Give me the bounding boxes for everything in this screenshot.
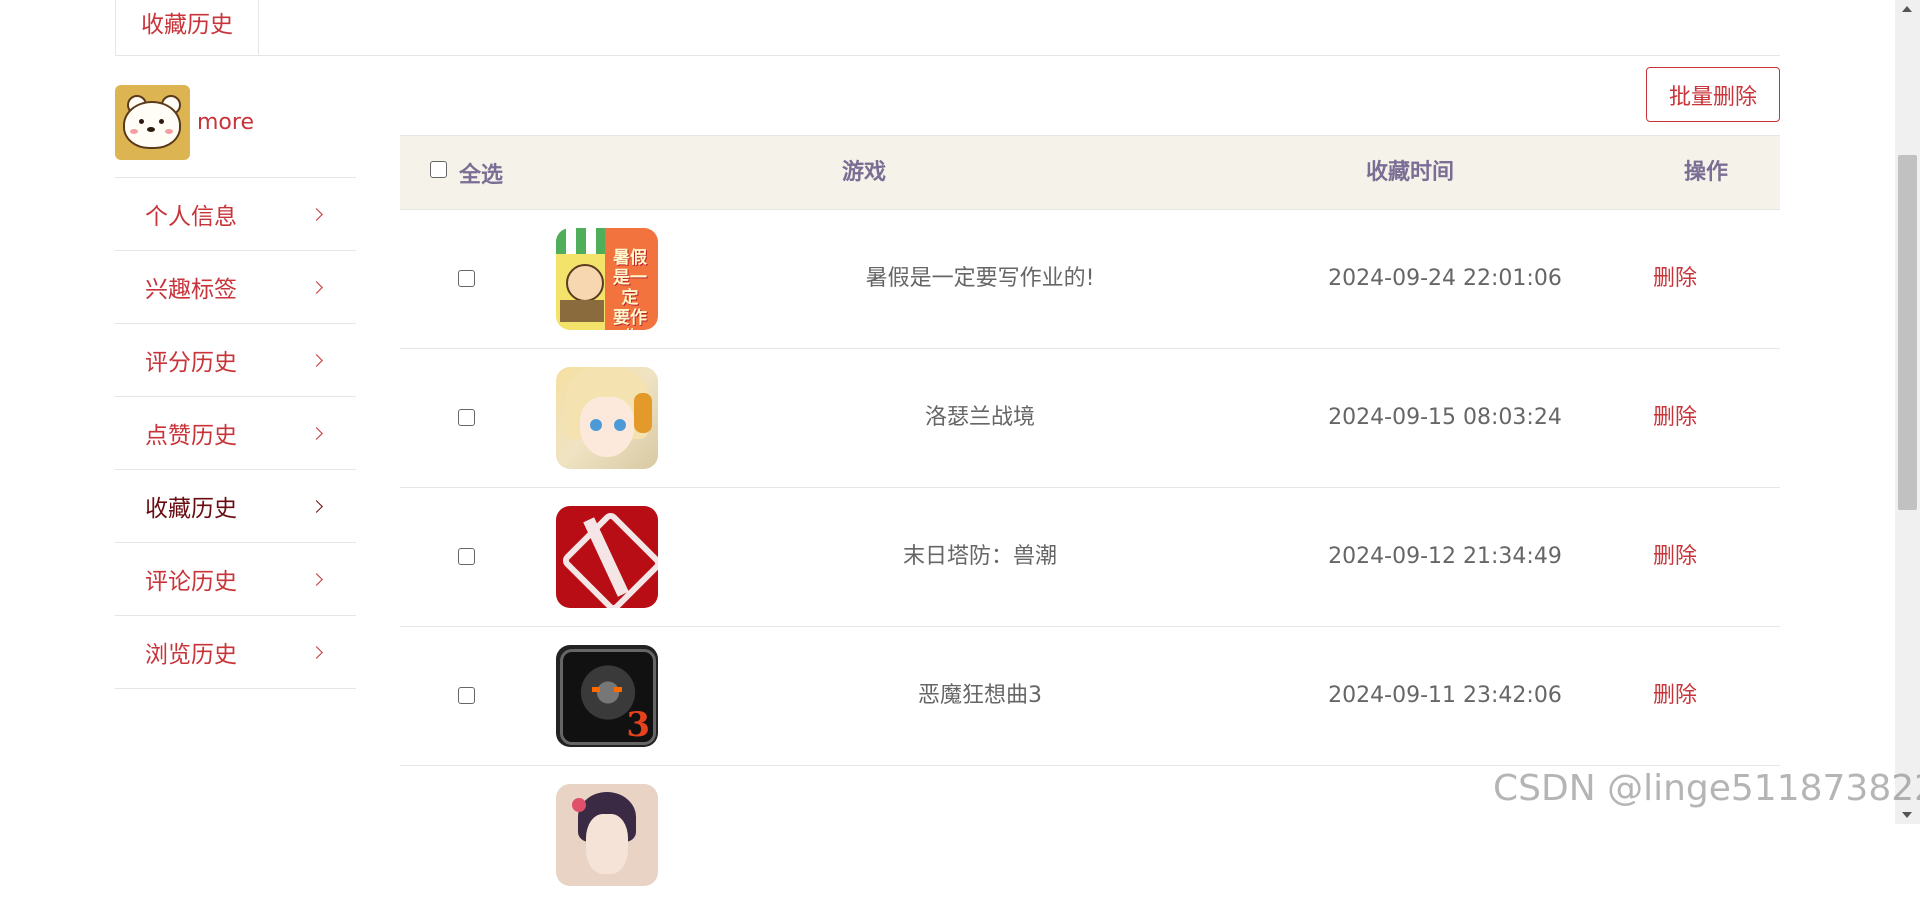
delete-link[interactable]: 删除	[1610, 349, 1740, 487]
delete-link[interactable]: 删除	[1610, 210, 1740, 348]
select-all-label: 全选	[459, 162, 504, 188]
scroll-up-icon[interactable]	[1902, 6, 1912, 12]
chevron-right-icon	[310, 280, 323, 294]
thumb-face	[586, 814, 628, 874]
thumb-face	[580, 397, 634, 457]
sidebar-item-label: 点赞历史	[145, 423, 237, 449]
batch-delete-button[interactable]: 批量删除	[1646, 67, 1780, 122]
select-all-checkbox[interactable]	[430, 161, 447, 178]
chevron-right-icon	[310, 426, 323, 440]
bear-blush-left	[130, 129, 138, 134]
game-thumbnail[interactable]: 暑假是一定要作业	[556, 228, 658, 330]
scroll-down-icon[interactable]	[1902, 812, 1912, 818]
bear-face	[123, 101, 181, 149]
chevron-right-icon	[310, 572, 323, 586]
sidebar-item-comment-history[interactable]: 评论历史	[115, 543, 356, 616]
table-row: 末日塔防：兽潮 2024-09-12 21:34:49 删除	[400, 488, 1780, 627]
column-header-action: 操作	[1684, 160, 1729, 185]
sidebar-item-profile[interactable]: 个人信息	[115, 178, 356, 251]
avatar[interactable]	[115, 85, 190, 160]
sidebar-menu: 个人信息 兴趣标签 评分历史 点赞历史 收藏历史 评论历史 浏览历史	[115, 177, 356, 689]
sidebar-item-like-history[interactable]: 点赞历史	[115, 397, 356, 470]
thumb-eye	[590, 419, 602, 431]
table-row: 洛瑟兰战境 2024-09-15 08:03:24 删除	[400, 349, 1780, 488]
row-checkbox[interactable]	[458, 270, 475, 287]
game-title[interactable]: 暑假是一定要写作业的!	[700, 210, 1260, 348]
favorite-time: 2024-09-24 22:01:06	[1328, 266, 1562, 291]
game-title[interactable]: 恶魔狂想曲3	[700, 627, 1260, 765]
chevron-right-icon	[310, 499, 323, 513]
select-all-cell: 全选	[430, 136, 503, 209]
game-thumbnail[interactable]	[556, 506, 658, 608]
delete-link[interactable]: 删除	[1610, 627, 1740, 765]
thumb-number: 3	[626, 705, 650, 745]
user-block: more	[115, 85, 356, 177]
sidebar-item-label: 收藏历史	[145, 496, 237, 522]
table-header: 全选 游戏 收藏时间 操作	[400, 135, 1780, 210]
game-thumbnail[interactable]: 3	[556, 645, 658, 747]
sidebar: more 个人信息 兴趣标签 评分历史 点赞历史 收藏历史 评论历史 浏览历史	[115, 85, 356, 689]
bear-eye-right	[159, 119, 164, 124]
sidebar-item-label: 评分历史	[145, 350, 237, 376]
bear-blush-right	[165, 129, 173, 134]
row-checkbox[interactable]	[458, 548, 475, 565]
thumb-awning	[556, 228, 605, 254]
favorite-time: 2024-09-11 23:42:06	[1328, 683, 1562, 708]
sidebar-item-label: 评论历史	[145, 569, 237, 595]
row-checkbox[interactable]	[458, 409, 475, 426]
thumb-flower	[572, 798, 586, 812]
chevron-right-icon	[310, 645, 323, 659]
thumb-text: 暑假是一定要作业	[613, 248, 647, 330]
chevron-right-icon	[310, 353, 323, 367]
more-link[interactable]: more	[197, 110, 254, 135]
favorite-time: 2024-09-15 08:03:24	[1328, 405, 1562, 430]
bear-nose	[147, 127, 155, 132]
vertical-scrollbar[interactable]	[1895, 0, 1920, 824]
game-thumbnail[interactable]	[556, 367, 658, 469]
column-header-game: 游戏	[842, 160, 887, 185]
tab-favorites-history[interactable]: 收藏历史	[115, 0, 259, 55]
sidebar-item-label: 兴趣标签	[145, 277, 237, 303]
thumb-eyes	[592, 687, 622, 692]
game-thumbnail[interactable]	[556, 784, 658, 886]
watermark: CSDN @linge511873822	[1493, 768, 1920, 809]
sidebar-item-label: 个人信息	[145, 204, 237, 230]
thumb-eye	[614, 419, 626, 431]
delete-link[interactable]: 删除	[1610, 488, 1740, 626]
column-header-time: 收藏时间	[1366, 160, 1455, 185]
thumb-headphone	[634, 393, 652, 433]
thumb-character	[566, 264, 604, 302]
scrollbar-thumb[interactable]	[1898, 155, 1917, 510]
sidebar-item-favorites-history[interactable]: 收藏历史	[115, 470, 356, 543]
table-row: 3 恶魔狂想曲3 2024-09-11 23:42:06 删除	[400, 627, 1780, 766]
sidebar-item-browse-history[interactable]: 浏览历史	[115, 616, 356, 689]
tab-bar: 收藏历史	[115, 0, 1780, 56]
thumb-desk	[560, 300, 604, 322]
row-checkbox[interactable]	[458, 687, 475, 704]
favorite-time: 2024-09-12 21:34:49	[1328, 544, 1562, 569]
game-title[interactable]: 末日塔防：兽潮	[700, 488, 1260, 626]
sidebar-item-interest-tags[interactable]: 兴趣标签	[115, 251, 356, 324]
sidebar-item-rating-history[interactable]: 评分历史	[115, 324, 356, 397]
chevron-right-icon	[310, 207, 323, 221]
table-row: 暑假是一定要作业 暑假是一定要写作业的! 2024-09-24 22:01:06…	[400, 210, 1780, 349]
bear-eye-left	[139, 119, 144, 124]
game-title[interactable]: 洛瑟兰战境	[700, 349, 1260, 487]
sidebar-item-label: 浏览历史	[145, 642, 237, 668]
